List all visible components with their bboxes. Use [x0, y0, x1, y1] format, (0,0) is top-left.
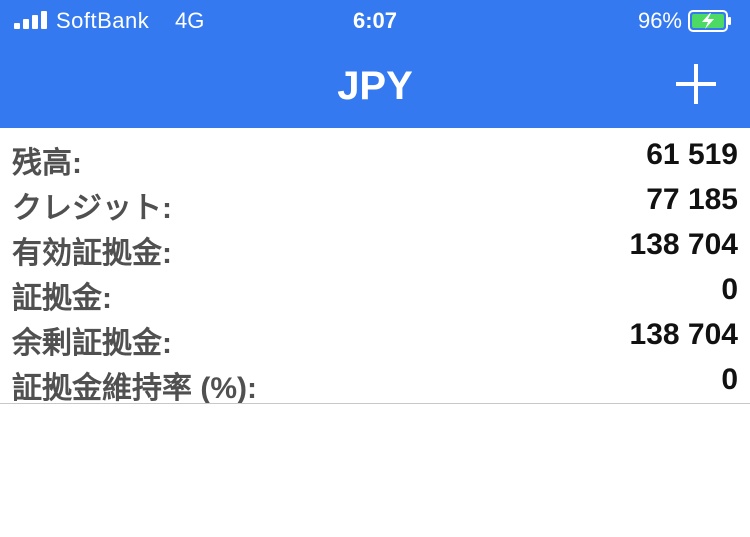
row-label: 証拠金維持率 (%):: [12, 372, 257, 405]
row-label: 余剰証拠金:: [12, 327, 172, 360]
row-label: 残高:: [12, 147, 82, 180]
row-value: 77 185: [646, 183, 738, 216]
row-value: 61 519: [646, 138, 738, 171]
row-value: 0: [721, 273, 738, 306]
margin-level-row: 証拠金維持率 (%): 0: [0, 357, 750, 405]
app-header: SoftBank 4G 6:07 96% JPY: [0, 0, 750, 128]
free-margin-row: 余剰証拠金: 138 704: [0, 312, 750, 360]
margin-row: 証拠金: 0: [0, 267, 750, 315]
plus-icon[interactable]: [674, 62, 718, 106]
page-title: JPY: [337, 64, 413, 108]
credit-row: クレジット: 77 185: [0, 177, 750, 225]
status-bar: SoftBank 4G 6:07 96%: [0, 0, 750, 42]
account-summary-list: 残高: 61 519 クレジット: 77 185 有効証拠金: 138 704 …: [0, 132, 750, 405]
row-label: クレジット:: [12, 192, 172, 225]
row-label: 証拠金:: [12, 282, 112, 315]
battery-percent: 96%: [637, 8, 682, 33]
equity-row: 有効証拠金: 138 704: [0, 222, 750, 270]
battery-charging-icon: [688, 10, 731, 32]
row-value: 138 704: [629, 318, 738, 351]
row-label: 有効証拠金:: [12, 237, 172, 270]
balance-row: 残高: 61 519: [0, 132, 750, 180]
row-value: 138 704: [629, 228, 738, 261]
row-value: 0: [721, 363, 738, 396]
list-divider: [0, 403, 750, 404]
